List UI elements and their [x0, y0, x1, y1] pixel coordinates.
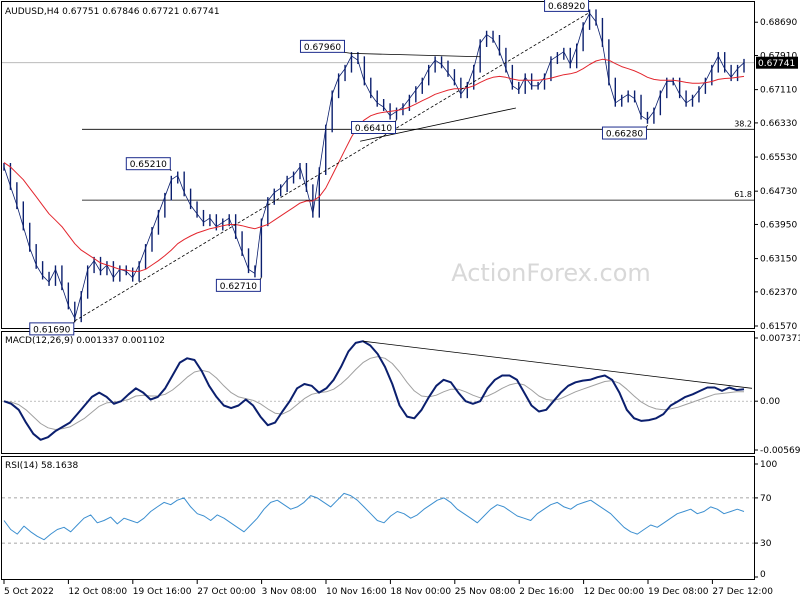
- price-y-tick-label: 0.64730: [760, 187, 797, 197]
- x-tick-label: 25 Nov 08:00: [455, 587, 516, 597]
- x-tick-label: 19 Oct 16:00: [133, 587, 192, 597]
- rsi-y-tick-label: 100: [760, 460, 777, 470]
- x-tick-label: 5 Oct 2022: [4, 587, 54, 597]
- rsi-label: RSI(14) 58.1638: [5, 461, 78, 471]
- price-y-tick-label: 0.66330: [760, 119, 797, 129]
- price-y-tick-label: 0.68690: [760, 18, 797, 28]
- macd-y-tick-label: 0.007371: [760, 334, 800, 344]
- price-y-tick-label: 0.67110: [760, 86, 797, 96]
- x-tick-label: 27 Oct 00:00: [197, 587, 256, 597]
- rsi-y-tick-label: 70: [760, 494, 772, 504]
- fib-level-label: 61.8: [734, 190, 752, 199]
- price-y-tick-label: 0.62370: [760, 288, 797, 298]
- price-y-tick-label: 0.61570: [760, 322, 797, 332]
- x-tick-label: 19 Dec 08:00: [648, 587, 709, 597]
- price-y-tick-label: 0.65530: [760, 153, 797, 163]
- rsi-y-tick-label: 0: [760, 570, 766, 580]
- forex-chart: ActionForex.com 38.2 61.8 0.61690 0.65210 0.…: [1, 0, 800, 597]
- fib-level-label: 38.2: [734, 119, 752, 128]
- macd-y-tick-label: -0.005693: [760, 446, 800, 456]
- swing-label: 0.68920: [548, 2, 585, 12]
- macd-label: MACD(12,26,9) 0.001337 0.001102: [5, 336, 165, 346]
- x-tick-label: 12 Dec 00:00: [584, 587, 645, 597]
- swing-label: 0.66280: [606, 130, 643, 140]
- swing-label: 0.67960: [304, 43, 341, 53]
- swing-label: 0.65210: [130, 160, 167, 170]
- x-tick-label: 2 Dec 16:00: [519, 587, 574, 597]
- swing-label: 0.66410: [355, 124, 392, 134]
- price-y-tick-label: 0.63150: [760, 255, 797, 265]
- rsi-y-tick-label: 30: [760, 539, 772, 549]
- x-tick-label: 3 Nov 08:00: [262, 587, 317, 597]
- macd-y-tick-label: 0.00: [760, 397, 780, 407]
- price-y-tick-label: 0.63950: [760, 220, 797, 230]
- swing-label: 0.61690: [33, 325, 70, 335]
- x-tick-label: 18 Nov 00:00: [390, 587, 451, 597]
- symbol-header: AUDUSD,H4 0.67751 0.67846 0.67721 0.6774…: [5, 7, 220, 17]
- x-tick-label: 27 Dec 12:00: [712, 587, 773, 597]
- swing-label: 0.62710: [220, 282, 257, 292]
- macd-panel-frame: [1, 331, 755, 454]
- current-price-label: 0.67741: [758, 59, 795, 69]
- rsi-panel-frame: [1, 456, 755, 580]
- x-tick-label: 10 Nov 16:00: [326, 587, 387, 597]
- x-tick-label: 12 Oct 08:00: [68, 587, 127, 597]
- watermark: ActionForex.com: [451, 259, 651, 287]
